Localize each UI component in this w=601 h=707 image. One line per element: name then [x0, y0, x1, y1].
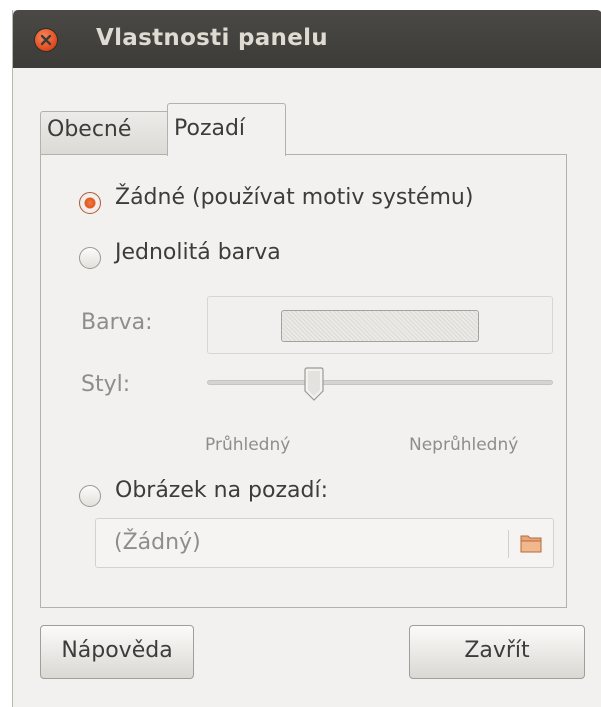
help-button[interactable]: Nápověda [40, 625, 194, 679]
radio-solid-color-label[interactable]: Jednolitá barva [115, 240, 281, 265]
window-title: Vlastnosti panelu [96, 25, 328, 51]
style-label: Styl: [81, 372, 131, 397]
tab-general-label: Obecné [47, 117, 132, 142]
file-chooser-separator [508, 530, 509, 558]
close-window-button[interactable] [35, 29, 57, 51]
color-swatch [281, 310, 479, 342]
opacity-slider-handle[interactable] [303, 367, 325, 401]
dialog-window: Vlastnosti panelu Obecné Pozadí Žádné (p… [12, 10, 601, 707]
tab-background[interactable]: Pozadí [167, 103, 286, 156]
opacity-slider-track[interactable] [207, 380, 553, 385]
help-button-label: Nápověda [61, 638, 173, 663]
close-button-label: Zavřít [464, 638, 530, 663]
tab-background-label: Pozadí [174, 116, 246, 141]
slider-min-label: Průhledný [205, 435, 291, 455]
radio-image-label[interactable]: Obrázek na pozadí: [115, 478, 328, 503]
radio-none-label[interactable]: Žádné (používat motiv systému) [115, 185, 473, 210]
image-file-value: (Žádný) [114, 530, 201, 555]
slider-max-label: Neprůhledný [409, 435, 519, 455]
folder-icon[interactable] [519, 531, 543, 555]
image-file-chooser[interactable]: (Žádný) [95, 518, 554, 568]
titlebar: Vlastnosti panelu [13, 10, 601, 68]
tab-general[interactable]: Obecné [40, 111, 168, 155]
close-icon [40, 34, 52, 46]
radio-solid-color[interactable] [79, 247, 101, 269]
color-label: Barva: [81, 310, 153, 335]
radio-none[interactable] [79, 192, 101, 214]
color-picker-button[interactable] [207, 296, 553, 354]
radio-image[interactable] [79, 485, 101, 507]
close-button[interactable]: Zavřít [409, 625, 585, 679]
